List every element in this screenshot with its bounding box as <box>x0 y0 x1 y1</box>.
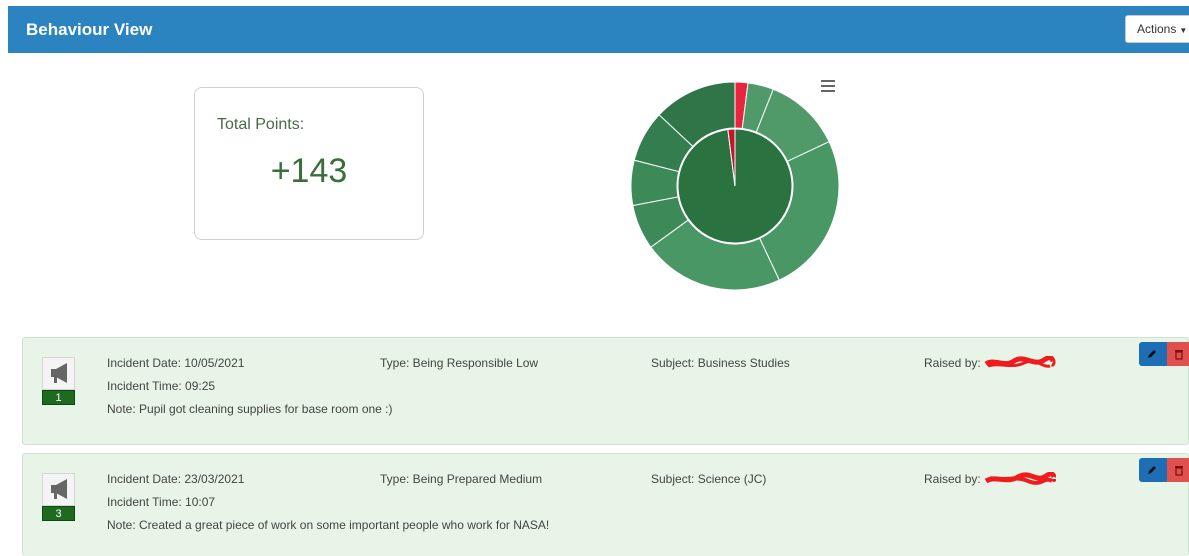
redaction-mark <box>984 472 1057 485</box>
header-bar: Behaviour View <box>8 6 1189 53</box>
incident-row: 3 Incident Date: 23/03/2021 Incident Tim… <box>22 453 1189 556</box>
sunburst-chart-svg <box>630 81 840 291</box>
incident-icon: 1 <box>42 357 75 409</box>
edit-button[interactable] <box>1139 342 1167 366</box>
incident-raised-by: Raised by: <box>924 472 1057 486</box>
total-points-card: Total Points: +143 <box>194 87 424 240</box>
incident-raised-by: Raised by: <box>924 356 1056 370</box>
total-points-label: Total Points: <box>217 116 305 133</box>
incident-time: Incident Time: 10:07 <box>107 495 216 509</box>
incident-note: Note: Created a great piece of work on s… <box>107 518 550 532</box>
edit-button[interactable] <box>1139 458 1167 482</box>
incident-note: Note: Pupil got cleaning supplies for ba… <box>107 402 393 416</box>
incident-type: Type: Being Responsible Low <box>380 356 539 370</box>
redaction-mark <box>984 356 1056 368</box>
chart-menu-icon[interactable] <box>821 80 835 94</box>
delete-button[interactable] <box>1167 458 1189 482</box>
incident-icon: 3 <box>42 473 75 525</box>
actions-label: Actions <box>1137 22 1177 36</box>
incident-subject: Subject: Science (JC) <box>651 472 767 486</box>
incident-subject: Subject: Business Studies <box>651 356 790 370</box>
delete-button[interactable] <box>1167 342 1189 366</box>
caret-down-icon: ▼ <box>1179 26 1188 35</box>
raised-by-label: Raised by: <box>924 356 981 370</box>
behaviour-chart <box>620 80 850 300</box>
total-points-value: +143 <box>270 152 348 190</box>
trash-icon <box>1175 350 1183 360</box>
points-badge: 1 <box>42 390 75 405</box>
incident-time: Incident Time: 09:25 <box>107 379 216 393</box>
pencil-icon <box>1148 350 1156 358</box>
points-badge: 3 <box>42 506 75 521</box>
actions-dropdown-button[interactable]: Actions ▼ <box>1125 15 1189 43</box>
incident-type: Type: Being Prepared Medium <box>380 472 543 486</box>
megaphone-icon <box>42 357 75 390</box>
pencil-icon <box>1148 466 1156 474</box>
incident-date: Incident Date: 10/05/2021 <box>107 356 245 370</box>
incident-row: 1 Incident Date: 10/05/2021 Incident Tim… <box>22 337 1189 445</box>
trash-icon <box>1175 466 1183 476</box>
megaphone-icon <box>42 473 75 506</box>
page-title: Behaviour View <box>26 20 153 39</box>
incident-date: Incident Date: 23/03/2021 <box>107 472 245 486</box>
raised-by-label: Raised by: <box>924 472 981 486</box>
